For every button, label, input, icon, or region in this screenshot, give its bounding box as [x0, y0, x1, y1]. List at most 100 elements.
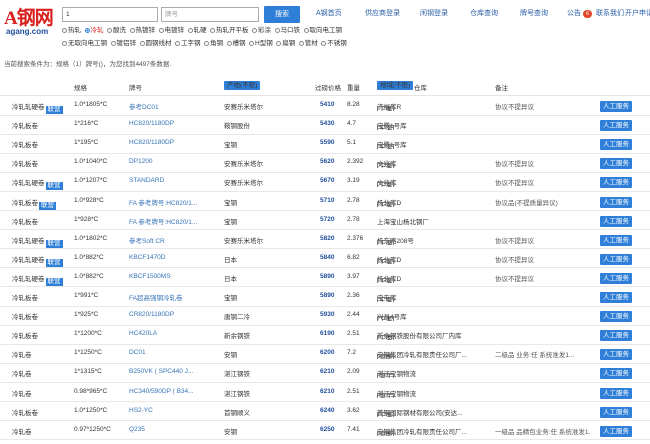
- manual-service-button[interactable]: 人工服务: [600, 272, 632, 284]
- product-price: 6240: [320, 406, 335, 414]
- category-radio[interactable]: 轧硬: [187, 24, 207, 34]
- category-radio[interactable]: 工字钢: [175, 37, 201, 47]
- product-weight: 3.62: [347, 406, 360, 414]
- category-radio[interactable]: H型钢: [249, 37, 273, 47]
- category-row-1: 热轧 冷轧 酸洗 热镀锌 电镀锌 轧硬 热轧开平板 彩涂 马口铁 取向电工钢: [62, 24, 346, 34]
- col-price[interactable]: 过磅价格: [315, 82, 341, 92]
- product-note: 协议不提异议: [495, 275, 534, 283]
- product-spec: 1.0*928*C: [74, 196, 104, 204]
- category-radio[interactable]: 冷轧: [84, 24, 104, 34]
- product-grade-link[interactable]: HC820/1180DP: [129, 139, 219, 146]
- manual-service-button[interactable]: 人工服务: [600, 368, 632, 380]
- nav-idle-login[interactable]: 闲钢登录: [420, 8, 448, 18]
- manual-service-button[interactable]: 人工服务: [600, 387, 632, 399]
- category-label: H型钢: [255, 40, 273, 47]
- product-weight: 3.97: [347, 272, 360, 280]
- category-radio[interactable]: 角钢: [204, 37, 223, 47]
- city-tag: 上海: [377, 335, 394, 341]
- table-header: 规格 牌号 产地(不限) 过磅价格 重量 地域(不限) 仓库 备注: [0, 77, 650, 96]
- product-grade-link[interactable]: HC340/590DP ( B34...: [129, 388, 219, 395]
- product-grade-link[interactable]: FA超高强钢冷轧卷: [129, 292, 219, 302]
- product-grade-link[interactable]: Q235: [129, 426, 219, 433]
- category-radio[interactable]: 不锈钢: [321, 37, 347, 47]
- nav-notice[interactable]: 公告 6: [567, 8, 593, 18]
- nav-grade-query[interactable]: 牌号查询: [520, 8, 548, 18]
- category-radio[interactable]: 无取向电工钢: [62, 37, 107, 47]
- nav-supplier-login[interactable]: 供应商登录: [365, 8, 400, 18]
- manual-service-button[interactable]: 人工服务: [600, 425, 632, 437]
- category-radio[interactable]: 酸洗: [107, 24, 126, 34]
- city-tag: 湛江: [377, 373, 394, 379]
- manual-service-button[interactable]: 人工服务: [600, 253, 632, 265]
- product-maker: 安赛乐米塔尔: [224, 237, 263, 245]
- nav-warehouse[interactable]: 仓库查询: [470, 8, 498, 18]
- manual-service-button[interactable]: 人工服务: [600, 292, 632, 303]
- manual-service-button[interactable]: 人工服务: [600, 120, 632, 132]
- product-spec: 1*1315*C: [74, 368, 102, 376]
- maker-filter-dropdown[interactable]: 产地(不限): [224, 81, 261, 90]
- radio-icon: [303, 28, 309, 33]
- nav-contact[interactable]: 联系我们: [596, 8, 624, 18]
- manual-service-button[interactable]: 人工服务: [600, 234, 632, 246]
- product-name: 冷轧轧硬卷 联营: [12, 104, 63, 114]
- category-radio[interactable]: 热镀锌: [129, 24, 155, 34]
- manual-service-button[interactable]: 人工服务: [600, 215, 632, 227]
- product-grade-link[interactable]: HC820/1180DP: [129, 120, 219, 127]
- category-radio[interactable]: 马口铁: [274, 24, 300, 34]
- manual-service-button[interactable]: 人工服务: [600, 311, 632, 323]
- radio-icon: [84, 28, 90, 33]
- product-warehouse: 上海 首钢国际钢材有限公司(安达...: [377, 407, 487, 417]
- product-grade-link[interactable]: B250VK ( SPC440 J...: [129, 368, 219, 375]
- category-radio[interactable]: 热轧: [62, 24, 81, 34]
- product-price: 5840: [320, 253, 335, 261]
- product-grade-link[interactable]: DP1200: [129, 158, 219, 165]
- manual-service-button[interactable]: 人工服务: [600, 406, 632, 418]
- manual-service-button[interactable]: 人工服务: [600, 158, 632, 170]
- product-grade-link[interactable]: STANDARD: [129, 177, 219, 184]
- product-maker: 宝钢: [224, 199, 237, 207]
- category-radio[interactable]: 热轧开平板: [210, 24, 249, 34]
- category-radio[interactable]: 扁钢: [276, 37, 295, 47]
- manual-service-button[interactable]: 人工服务: [600, 330, 632, 342]
- product-grade-link[interactable]: KBCF1470D: [129, 254, 219, 261]
- product-maker: 宝钢: [224, 218, 237, 226]
- product-grade-link[interactable]: FA 参考牌号:HC820/1...: [129, 216, 219, 226]
- product-grade-link[interactable]: CR820/1180DP: [129, 311, 219, 318]
- product-grade-link[interactable]: FA 参考牌号:HC820/1...: [129, 197, 219, 207]
- manual-service-button[interactable]: 人工服务: [600, 349, 632, 361]
- category-radio[interactable]: 槽钢: [226, 37, 246, 47]
- product-grade-link[interactable]: KBCF1500MS: [129, 273, 219, 280]
- manual-service-button[interactable]: 人工服务: [600, 196, 632, 208]
- col-weight[interactable]: 重量: [347, 82, 360, 92]
- product-spec: 1.0*1040*C: [74, 158, 108, 166]
- category-radio[interactable]: 电镀锌: [158, 24, 185, 34]
- category-radio[interactable]: 彩涂: [252, 24, 271, 34]
- product-warehouse: 上海 杨北库D: [377, 197, 487, 207]
- search-input[interactable]: 1: [62, 7, 158, 22]
- product-grade-link[interactable]: HS2-YC: [129, 407, 219, 414]
- manual-service-button[interactable]: 人工服务: [600, 177, 632, 189]
- grade-input[interactable]: 牌号: [161, 7, 259, 22]
- category-radio[interactable]: 取向电工钢: [303, 24, 342, 34]
- product-grade-link[interactable]: DC01: [129, 349, 219, 356]
- table-row: 冷轧轧硬卷 联营 1.0*1207*C STANDARD 安赛乐米塔尔 5670 3.19 上…: [0, 172, 650, 192]
- product-spec: 1.0*1805*C: [74, 101, 108, 108]
- product-grade-link[interactable]: 参考DC01: [129, 101, 219, 111]
- nav-home[interactable]: A钢首页: [316, 8, 342, 18]
- category-label: 电镀锌: [164, 27, 185, 34]
- category-radio[interactable]: 圆钢线材: [139, 37, 172, 47]
- search-button[interactable]: 搜索: [264, 6, 300, 23]
- table-row: 冷轧板卷 联营 1.0*928*C FA 参考牌号:HC820/1... 宝钢 5710 2…: [0, 192, 650, 211]
- manual-service-button[interactable]: 人工服务: [600, 139, 632, 151]
- product-grade-link[interactable]: HC420LA: [129, 330, 219, 337]
- region-filter-dropdown[interactable]: 地域(不限): [377, 81, 414, 90]
- joint-operation-badge: 联营: [45, 258, 63, 267]
- manual-service-button[interactable]: 人工服务: [600, 101, 632, 112]
- category-radio[interactable]: 管材: [298, 37, 318, 47]
- nav-apply[interactable]: 开户申请: [625, 8, 650, 18]
- product-maker: 日本: [224, 256, 237, 264]
- category-radio[interactable]: 镀铝锌: [110, 37, 136, 47]
- product-grade-link[interactable]: 参考Soft CR: [129, 235, 219, 245]
- site-logo[interactable]: A钢网 agang.com: [4, 3, 62, 39]
- category-label: 热轧: [68, 27, 81, 34]
